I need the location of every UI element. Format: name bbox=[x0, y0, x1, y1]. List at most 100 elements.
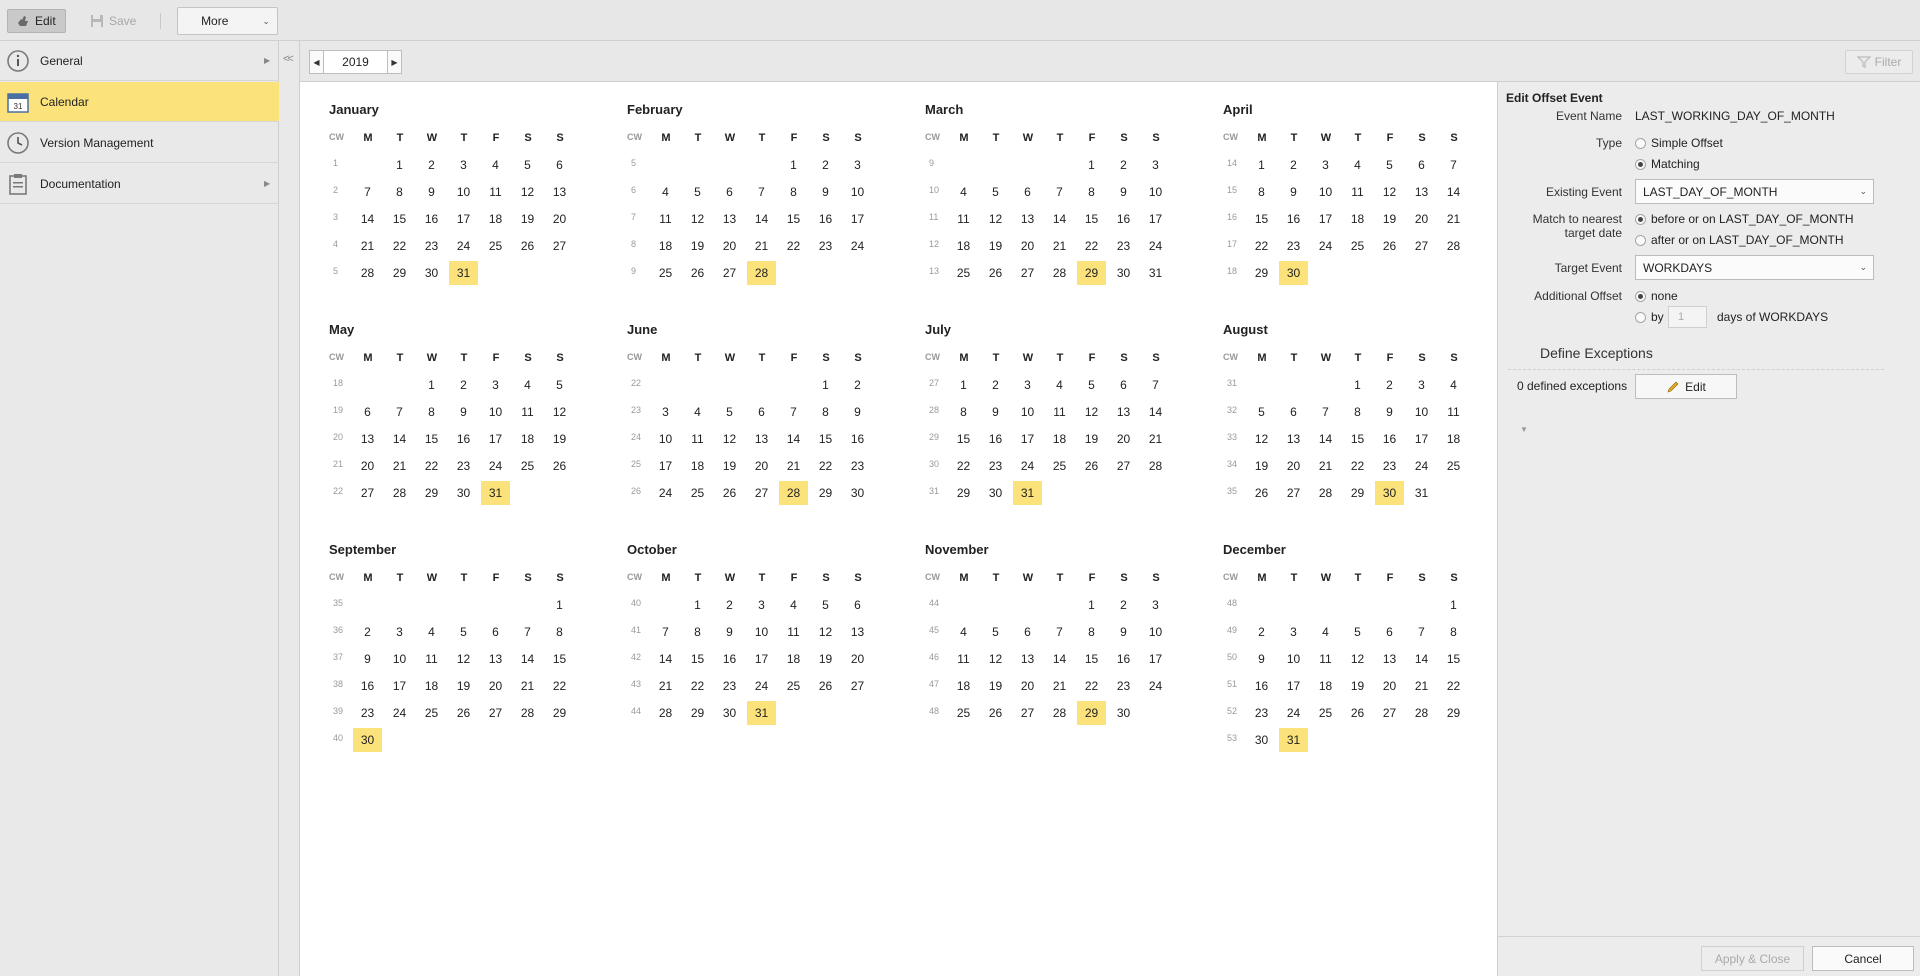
calendar-day[interactable]: 10 bbox=[449, 180, 478, 204]
calendar-day[interactable]: 22 bbox=[811, 454, 840, 478]
calendar-day[interactable]: 21 bbox=[1407, 674, 1436, 698]
calendar-day[interactable]: 15 bbox=[417, 427, 446, 451]
calendar-day[interactable]: 19 bbox=[981, 234, 1010, 258]
calendar-day[interactable]: 6 bbox=[715, 180, 744, 204]
calendar-day[interactable]: 1 bbox=[385, 153, 414, 177]
calendar-day[interactable]: 18 bbox=[779, 647, 808, 671]
calendar-day[interactable]: 16 bbox=[1375, 427, 1404, 451]
calendar-day[interactable]: 27 bbox=[353, 481, 382, 505]
calendar-day[interactable]: 29 bbox=[385, 261, 414, 285]
calendar-day[interactable]: 3 bbox=[481, 373, 510, 397]
calendar-day[interactable]: 13 bbox=[545, 180, 574, 204]
calendar-day-highlighted[interactable]: 31 bbox=[1279, 728, 1308, 752]
collapse-sidebar-icon[interactable]: << bbox=[283, 53, 294, 65]
calendar-day[interactable]: 29 bbox=[1439, 701, 1468, 725]
calendar-day[interactable]: 5 bbox=[1343, 620, 1372, 644]
calendar-day[interactable]: 25 bbox=[417, 701, 446, 725]
calendar-day[interactable]: 16 bbox=[417, 207, 446, 231]
sidebar-item-documentation[interactable]: Documentation ▶ bbox=[0, 164, 279, 204]
calendar-day[interactable]: 16 bbox=[843, 427, 872, 451]
calendar-day[interactable]: 12 bbox=[1343, 647, 1372, 671]
calendar-day[interactable]: 25 bbox=[651, 261, 680, 285]
calendar-day[interactable]: 3 bbox=[385, 620, 414, 644]
calendar-day[interactable]: 18 bbox=[1045, 427, 1074, 451]
calendar-day[interactable]: 26 bbox=[449, 701, 478, 725]
filter-button[interactable]: Filter bbox=[1845, 50, 1913, 74]
calendar-day[interactable]: 26 bbox=[981, 701, 1010, 725]
calendar-day[interactable]: 15 bbox=[1343, 427, 1372, 451]
calendar-day[interactable]: 14 bbox=[1311, 427, 1340, 451]
next-year-button[interactable]: ▶ bbox=[387, 50, 402, 74]
calendar-day[interactable]: 15 bbox=[811, 427, 840, 451]
calendar-day[interactable]: 13 bbox=[481, 647, 510, 671]
existing-event-select[interactable]: LAST_DAY_OF_MONTH ⌄ bbox=[1635, 179, 1874, 204]
calendar-day[interactable]: 6 bbox=[545, 153, 574, 177]
calendar-day[interactable]: 14 bbox=[353, 207, 382, 231]
calendar-day[interactable]: 20 bbox=[1013, 234, 1042, 258]
calendar-day[interactable]: 14 bbox=[1439, 180, 1468, 204]
calendar-day[interactable]: 23 bbox=[417, 234, 446, 258]
calendar-day[interactable]: 7 bbox=[1045, 620, 1074, 644]
calendar-day[interactable]: 13 bbox=[1407, 180, 1436, 204]
calendar-day[interactable]: 22 bbox=[1439, 674, 1468, 698]
calendar-day[interactable]: 22 bbox=[1077, 674, 1106, 698]
calendar-day[interactable]: 24 bbox=[1141, 674, 1170, 698]
calendar-day[interactable]: 30 bbox=[981, 481, 1010, 505]
calendar-day[interactable]: 5 bbox=[811, 593, 840, 617]
calendar-day[interactable]: 3 bbox=[1407, 373, 1436, 397]
calendar-day[interactable]: 20 bbox=[1407, 207, 1436, 231]
calendar-day[interactable]: 8 bbox=[1077, 180, 1106, 204]
calendar-day[interactable]: 23 bbox=[1109, 234, 1138, 258]
calendar-day[interactable]: 5 bbox=[683, 180, 712, 204]
calendar-day[interactable]: 2 bbox=[1109, 593, 1138, 617]
calendar-day[interactable]: 6 bbox=[481, 620, 510, 644]
calendar-day[interactable]: 6 bbox=[747, 400, 776, 424]
calendar-day[interactable]: 13 bbox=[353, 427, 382, 451]
calendar-day[interactable]: 3 bbox=[1279, 620, 1308, 644]
calendar-day[interactable]: 29 bbox=[1247, 261, 1276, 285]
calendar-day[interactable]: 2 bbox=[843, 373, 872, 397]
calendar-day-highlighted[interactable]: 31 bbox=[481, 481, 510, 505]
calendar-day[interactable]: 4 bbox=[949, 180, 978, 204]
calendar-day[interactable]: 15 bbox=[1077, 647, 1106, 671]
calendar-day[interactable]: 27 bbox=[715, 261, 744, 285]
type-simple-offset-radio[interactable]: Simple Offset bbox=[1635, 136, 1723, 150]
calendar-day[interactable]: 21 bbox=[779, 454, 808, 478]
calendar-day[interactable]: 10 bbox=[843, 180, 872, 204]
calendar-day[interactable]: 12 bbox=[545, 400, 574, 424]
calendar-day[interactable]: 18 bbox=[949, 234, 978, 258]
calendar-day[interactable]: 11 bbox=[651, 207, 680, 231]
calendar-day[interactable]: 18 bbox=[1311, 674, 1340, 698]
calendar-day[interactable]: 19 bbox=[1375, 207, 1404, 231]
calendar-day[interactable]: 7 bbox=[353, 180, 382, 204]
calendar-day[interactable]: 9 bbox=[843, 400, 872, 424]
calendar-day-highlighted[interactable]: 29 bbox=[1077, 261, 1106, 285]
calendar-day[interactable]: 13 bbox=[1013, 647, 1042, 671]
calendar-day[interactable]: 6 bbox=[353, 400, 382, 424]
calendar-day[interactable]: 10 bbox=[1141, 620, 1170, 644]
calendar-day[interactable]: 28 bbox=[353, 261, 382, 285]
calendar-day[interactable]: 11 bbox=[513, 400, 542, 424]
calendar-day[interactable]: 17 bbox=[1407, 427, 1436, 451]
calendar-day[interactable]: 15 bbox=[1077, 207, 1106, 231]
calendar-day[interactable]: 23 bbox=[811, 234, 840, 258]
calendar-day-highlighted[interactable]: 31 bbox=[449, 261, 478, 285]
cancel-button[interactable]: Cancel bbox=[1812, 946, 1914, 971]
calendar-day[interactable]: 24 bbox=[1407, 454, 1436, 478]
calendar-day[interactable]: 10 bbox=[747, 620, 776, 644]
calendar-day[interactable]: 30 bbox=[843, 481, 872, 505]
calendar-day[interactable]: 4 bbox=[1311, 620, 1340, 644]
calendar-day[interactable]: 16 bbox=[1109, 647, 1138, 671]
calendar-day[interactable]: 8 bbox=[1077, 620, 1106, 644]
calendar-day[interactable]: 2 bbox=[1109, 153, 1138, 177]
calendar-day[interactable]: 7 bbox=[1407, 620, 1436, 644]
calendar-day[interactable]: 12 bbox=[981, 207, 1010, 231]
calendar-day[interactable]: 27 bbox=[481, 701, 510, 725]
calendar-day[interactable]: 24 bbox=[843, 234, 872, 258]
calendar-day[interactable]: 21 bbox=[1141, 427, 1170, 451]
calendar-day[interactable]: 18 bbox=[651, 234, 680, 258]
calendar-day[interactable]: 17 bbox=[1311, 207, 1340, 231]
calendar-day[interactable]: 1 bbox=[545, 593, 574, 617]
calendar-day[interactable]: 18 bbox=[1343, 207, 1372, 231]
calendar-day[interactable]: 13 bbox=[1109, 400, 1138, 424]
